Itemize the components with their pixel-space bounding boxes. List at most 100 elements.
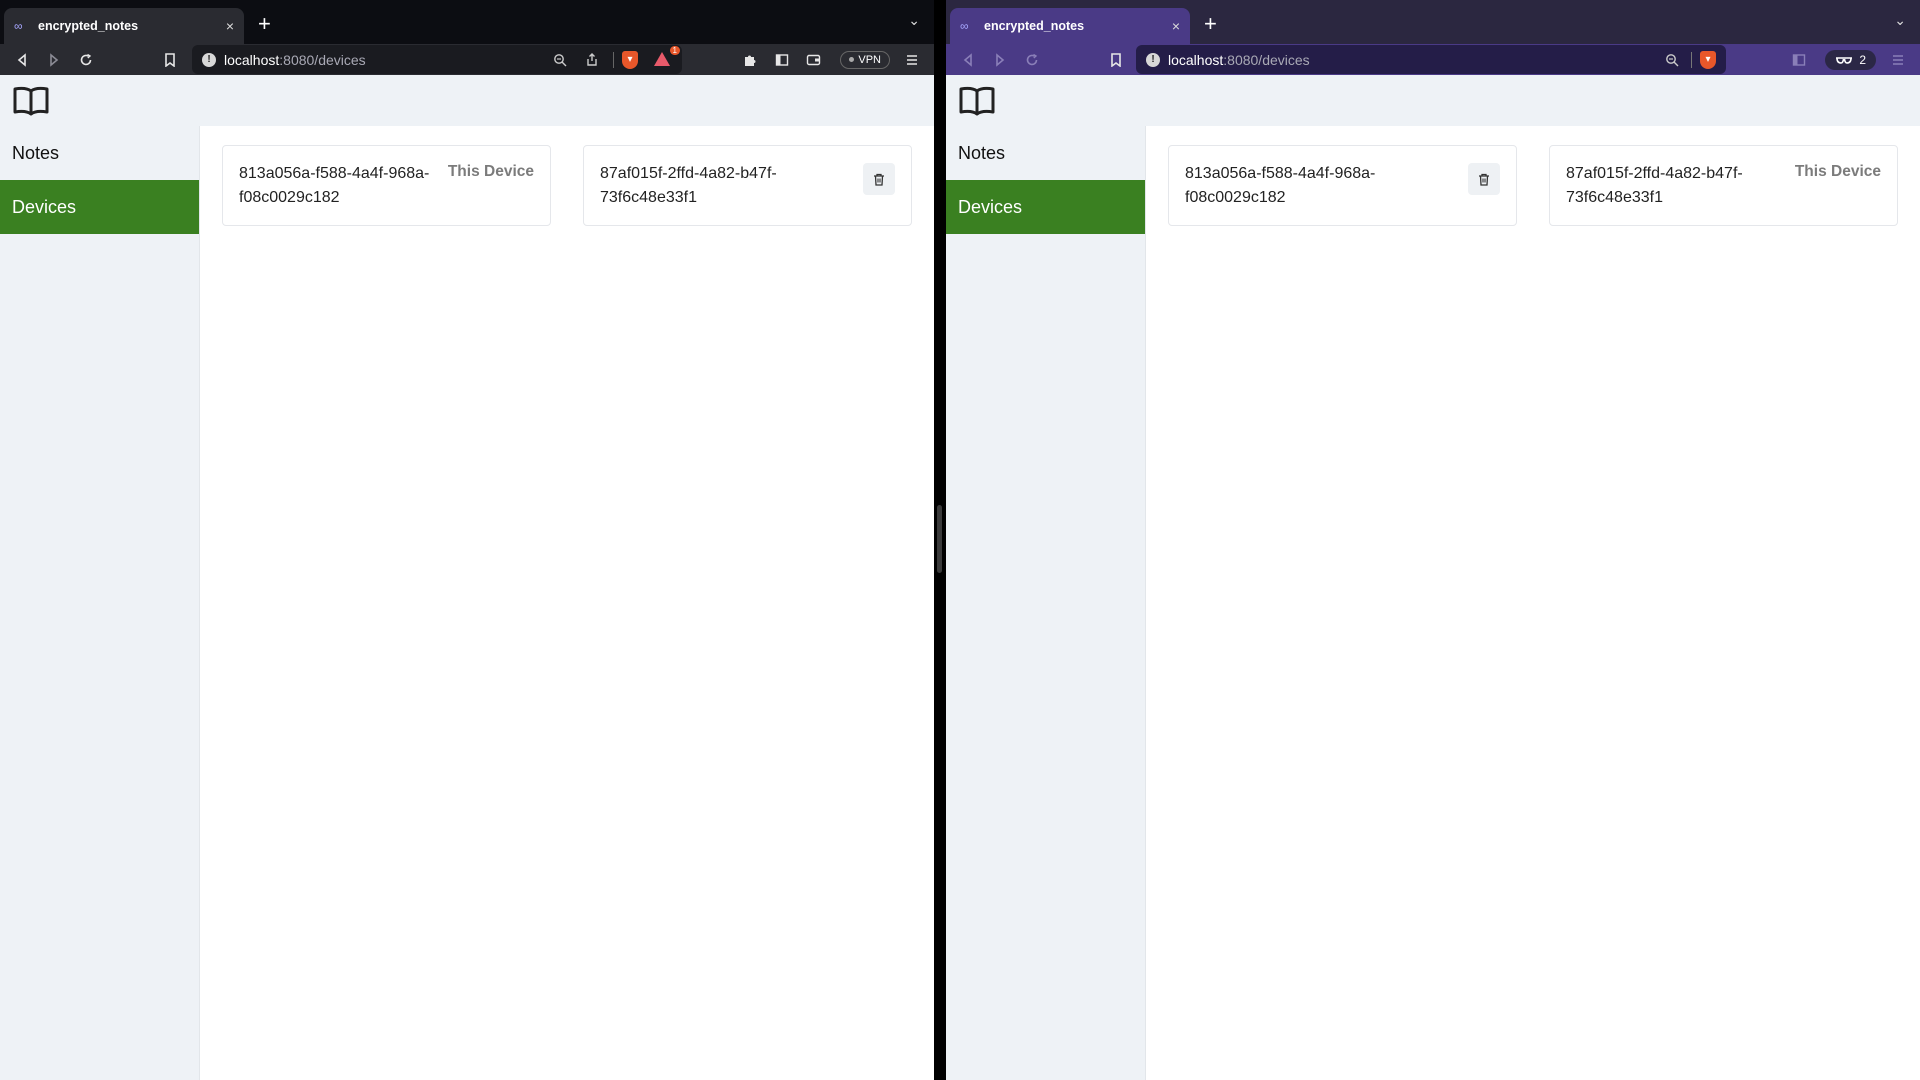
url-path: :8080/devices: [279, 51, 366, 68]
url-text: localhost:8080/devices: [224, 52, 366, 68]
forward-button[interactable]: [40, 47, 68, 73]
sidebar-icon: [776, 53, 789, 66]
vpn-button[interactable]: VPN: [840, 50, 890, 69]
bookmark-button[interactable]: [156, 47, 184, 73]
tab-title: encrypted_notes: [984, 19, 1085, 33]
wallet-button[interactable]: [800, 47, 828, 73]
close-tab-icon[interactable]: ×: [1172, 18, 1180, 34]
wallet-icon: [807, 54, 821, 65]
open-book-icon[interactable]: [12, 85, 50, 117]
device-id: 813a056a-f588-4a4f-968a-f08c0029c182: [239, 165, 430, 206]
tab-encrypted-notes[interactable]: ∞ encrypted_notes ×: [4, 8, 244, 44]
app: Notes Devices 813a056a-f588-4a4f-968a-f0…: [946, 75, 1920, 1080]
screen: ∞ encrypted_notes × + ⌄ ! localhost:8080: [0, 0, 1920, 1080]
sidebar: Notes Devices: [0, 126, 200, 1080]
reload-icon: [80, 53, 92, 65]
menu-button[interactable]: [1884, 47, 1912, 73]
bookmark-button[interactable]: [1102, 47, 1130, 73]
back-button[interactable]: [8, 47, 36, 73]
device-id: 87af015f-2ffd-4a82-b47f-73f6c48e33f1: [1566, 165, 1743, 206]
reload-button[interactable]: [72, 47, 100, 73]
private-window-count: 2: [1859, 52, 1866, 67]
window-divider[interactable]: [934, 0, 946, 1080]
url-path: :8080/devices: [1223, 51, 1310, 68]
share-icon[interactable]: [585, 52, 599, 67]
bookmark-icon: [1111, 52, 1121, 67]
toolbar: ! localhost:8080/devices ▾ 2: [946, 44, 1920, 75]
sidebar-button[interactable]: [768, 47, 796, 73]
sidebar-item-notes[interactable]: Notes: [946, 126, 1145, 180]
sidebar-item-devices[interactable]: Devices: [0, 180, 199, 234]
url-host: localhost: [1168, 51, 1224, 68]
app-body: Notes Devices 813a056a-f588-4a4f-968a-f0…: [946, 126, 1920, 1080]
brave-shields-icon[interactable]: ▾: [622, 50, 638, 69]
brave-shields-icon[interactable]: ▾: [1700, 50, 1716, 69]
forward-button[interactable]: [986, 47, 1014, 73]
site-info-icon[interactable]: !: [1146, 52, 1160, 67]
devices-list: 813a056a-f588-4a4f-968a-f08c0029c182 Thi…: [200, 126, 934, 1080]
device-id: 87af015f-2ffd-4a82-b47f-73f6c48e33f1: [600, 165, 777, 206]
favicon-icon: ∞: [14, 19, 23, 33]
back-button[interactable]: [954, 47, 982, 73]
app: Notes Devices 813a056a-f588-4a4f-968a-f0…: [0, 75, 934, 1080]
tab-title: encrypted_notes: [38, 19, 139, 33]
zoom-icon[interactable]: [1665, 53, 1679, 67]
device-card: 813a056a-f588-4a4f-968a-f08c0029c182: [1168, 145, 1517, 226]
rewards-triangle: [654, 51, 670, 66]
app-header: [946, 75, 1920, 126]
right-browser-window: ∞ encrypted_notes × + ⌄ ! localhost:8080: [946, 0, 1920, 1080]
address-bar[interactable]: ! localhost:8080/devices ▾ 1: [192, 45, 682, 74]
tab-list-chevron-icon[interactable]: ⌄: [908, 12, 920, 29]
device-card: 813a056a-f588-4a4f-968a-f08c0029c182 Thi…: [222, 145, 551, 226]
address-bar[interactable]: ! localhost:8080/devices ▾: [1136, 45, 1726, 74]
separator: [613, 51, 614, 68]
url-host: localhost: [224, 51, 280, 68]
sidebar: Notes Devices: [946, 126, 1146, 1080]
sidebar-button[interactable]: [1785, 47, 1813, 73]
puzzle-icon: [745, 55, 756, 66]
reload-icon: [1026, 53, 1038, 65]
app-body: Notes Devices 813a056a-f588-4a4f-968a-f0…: [0, 126, 934, 1080]
device-id: 813a056a-f588-4a4f-968a-f08c0029c182: [1185, 165, 1376, 206]
device-card: 87af015f-2ffd-4a82-b47f-73f6c48e33f1 Thi…: [1549, 145, 1898, 226]
resize-handle[interactable]: [937, 505, 942, 573]
private-glasses-icon: [1836, 56, 1853, 64]
trash-icon: [874, 173, 884, 186]
back-icon: [963, 52, 972, 67]
toolbar: ! localhost:8080/devices ▾ 1 VPN: [0, 44, 934, 75]
tab-strip: ∞ encrypted_notes × + ⌄: [0, 0, 934, 44]
delete-device-button[interactable]: [1468, 163, 1500, 195]
close-tab-icon[interactable]: ×: [226, 18, 234, 34]
new-tab-button[interactable]: +: [1204, 11, 1217, 37]
this-device-label: This Device: [1794, 163, 1881, 180]
rewards-badge: 1: [669, 45, 680, 55]
trash-icon: [1479, 173, 1489, 186]
menu-button[interactable]: [898, 47, 926, 73]
sidebar-item-devices[interactable]: Devices: [946, 180, 1145, 234]
sidebar-item-notes[interactable]: Notes: [0, 126, 199, 180]
devices-list: 813a056a-f588-4a4f-968a-f08c0029c182 87a…: [1146, 126, 1920, 1080]
favicon-icon: ∞: [960, 19, 969, 33]
extensions-button[interactable]: [736, 47, 764, 73]
forward-icon: [50, 52, 59, 67]
open-book-icon[interactable]: [958, 85, 996, 117]
reload-button[interactable]: [1018, 47, 1046, 73]
forward-icon: [996, 52, 1005, 67]
vpn-label: VPN: [858, 53, 881, 66]
separator: [1691, 51, 1692, 68]
brave-rewards-icon[interactable]: 1: [654, 45, 680, 68]
bookmark-icon: [165, 52, 175, 67]
zoom-icon[interactable]: [553, 53, 567, 67]
delete-device-button[interactable]: [863, 163, 895, 195]
hamburger-icon: [1893, 54, 1903, 65]
tab-encrypted-notes[interactable]: ∞ encrypted_notes ×: [950, 8, 1190, 44]
hamburger-icon: [907, 54, 917, 65]
new-tab-button[interactable]: +: [258, 11, 271, 37]
private-window-indicator[interactable]: 2: [1825, 49, 1876, 70]
tab-list-chevron-icon[interactable]: ⌄: [1894, 12, 1906, 29]
site-info-icon[interactable]: !: [202, 52, 216, 67]
vpn-status-dot: [849, 57, 855, 62]
app-header: [0, 75, 934, 126]
url-text: localhost:8080/devices: [1168, 52, 1310, 68]
left-browser-window: ∞ encrypted_notes × + ⌄ ! localhost:8080: [0, 0, 934, 1080]
